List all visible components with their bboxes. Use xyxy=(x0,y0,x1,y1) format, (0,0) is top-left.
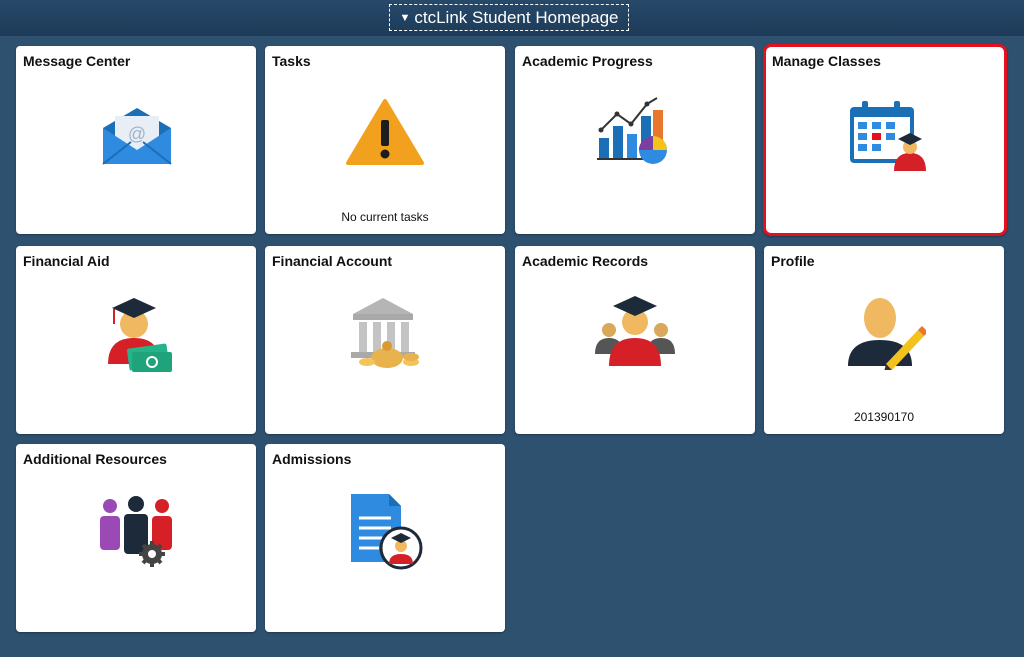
homepage-title: ctcLink Student Homepage xyxy=(414,7,619,27)
homepage-selector[interactable]: ▼ ctcLink Student Homepage xyxy=(389,4,629,31)
tile-title: Tasks xyxy=(272,53,311,69)
tile-title: Financial Account xyxy=(272,253,393,269)
bank-icon xyxy=(351,298,419,368)
tile-title: Message Center xyxy=(23,53,131,69)
tile-title: Profile xyxy=(771,253,815,269)
tile-additional-resources[interactable]: Additional Resources xyxy=(16,444,256,632)
homepage-background: ▼ ctcLink Student Homepage Message Cente… xyxy=(0,0,1024,657)
graduate-money-icon xyxy=(108,298,172,372)
caret-down-icon: ▼ xyxy=(399,11,411,24)
tile-academic-records[interactable]: Academic Records xyxy=(515,246,755,434)
tile-financial-account[interactable]: Financial Account xyxy=(265,246,505,434)
tile-academic-progress[interactable]: Academic Progress xyxy=(515,46,755,234)
tile-title: Financial Aid xyxy=(23,253,110,269)
people-settings-icon xyxy=(100,496,172,567)
warning-icon xyxy=(346,99,424,165)
tile-subtitle: No current tasks xyxy=(341,210,429,224)
tile-financial-aid[interactable]: Financial Aid xyxy=(16,246,256,434)
tile-profile[interactable]: Profile 201390170 xyxy=(764,246,1004,434)
profile-edit-icon xyxy=(848,298,926,370)
header-bar: ▼ ctcLink Student Homepage xyxy=(0,0,1024,36)
student-id: 201390170 xyxy=(853,410,915,424)
tile-title: Manage Classes xyxy=(772,53,881,69)
tile-manage-classes[interactable]: Manage Classes xyxy=(763,44,1007,236)
envelope-icon: @ xyxy=(102,108,172,165)
tile-tasks[interactable]: Tasks No current tasks xyxy=(265,46,505,234)
tile-title: Academic Records xyxy=(522,253,649,269)
application-document-icon xyxy=(351,494,423,570)
graduates-group-icon xyxy=(595,296,675,366)
svg-text:@: @ xyxy=(128,124,146,144)
chart-icon xyxy=(597,97,667,164)
tile-title: Additional Resources xyxy=(23,451,167,467)
tile-message-center[interactable]: Message Center @ xyxy=(16,46,256,234)
calendar-student-icon xyxy=(850,101,926,171)
tile-title: Academic Progress xyxy=(522,53,653,69)
tile-title: Admissions xyxy=(272,451,352,467)
tile-admissions[interactable]: Admissions xyxy=(265,444,505,632)
